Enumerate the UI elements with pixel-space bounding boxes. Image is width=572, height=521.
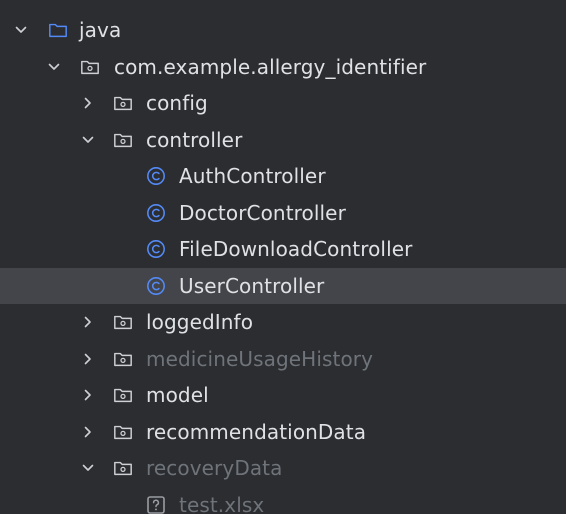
tree-item-package-root[interactable]: com.example.allergy_identifier xyxy=(0,49,566,86)
tree-item-label: config xyxy=(146,91,208,116)
tree-item-label: FileDownloadController xyxy=(179,237,413,262)
chevron-right-icon[interactable] xyxy=(81,352,95,366)
tree-item-label: com.example.allergy_identifier xyxy=(114,54,427,79)
package-icon xyxy=(80,57,100,77)
chevron-right-icon[interactable] xyxy=(81,388,95,402)
tree-item-medicine-usage-history[interactable]: medicineUsageHistory xyxy=(0,341,566,378)
unknown-file-icon xyxy=(146,495,166,514)
tree-item-recovery-data[interactable]: recoveryData xyxy=(0,450,566,487)
tree-item-label: DoctorController xyxy=(179,200,346,225)
tree-item-label: UserController xyxy=(179,273,325,298)
package-icon xyxy=(113,93,133,113)
project-tree-panel: java com.example.allergy_identifier conf… xyxy=(0,0,566,514)
tree-item-label: model xyxy=(146,383,209,408)
tree-item-test-xlsx[interactable]: test.xlsx xyxy=(0,487,566,514)
package-icon xyxy=(113,349,133,369)
class-icon xyxy=(146,166,166,186)
tree-item-controller[interactable]: controller xyxy=(0,122,566,159)
package-icon xyxy=(113,130,133,150)
chevron-down-icon[interactable] xyxy=(47,60,61,74)
tree-item-config[interactable]: config xyxy=(0,85,566,122)
tree-item-label: controller xyxy=(146,127,243,152)
package-icon xyxy=(113,422,133,442)
chevron-down-icon[interactable] xyxy=(81,133,95,147)
tree-item-label: medicineUsageHistory xyxy=(146,346,374,371)
class-icon xyxy=(146,203,166,223)
tree-item-recommendation-data[interactable]: recommendationData xyxy=(0,414,566,451)
package-icon xyxy=(113,385,133,405)
tree-item-auth-controller[interactable]: AuthController xyxy=(0,158,566,195)
package-icon xyxy=(113,458,133,478)
tree-item-user-controller[interactable]: UserController xyxy=(0,267,566,304)
project-tree: java com.example.allergy_identifier conf… xyxy=(0,12,566,514)
tree-item-label: java xyxy=(79,18,122,43)
chevron-right-icon[interactable] xyxy=(81,96,95,110)
tree-item-label: recommendationData xyxy=(146,419,367,444)
package-icon xyxy=(113,312,133,332)
tree-item-label: AuthController xyxy=(179,164,326,189)
tree-item-logged-info[interactable]: loggedInfo xyxy=(0,304,566,341)
tree-item-java[interactable]: java xyxy=(0,12,566,49)
class-icon xyxy=(146,239,166,259)
source-folder-icon xyxy=(48,20,68,40)
chevron-right-icon[interactable] xyxy=(81,315,95,329)
chevron-right-icon[interactable] xyxy=(81,425,95,439)
chevron-down-icon[interactable] xyxy=(81,461,95,475)
tree-item-file-download-controller[interactable]: FileDownloadController xyxy=(0,231,566,268)
class-icon xyxy=(146,276,166,296)
tree-item-label: loggedInfo xyxy=(146,310,254,335)
tree-item-model[interactable]: model xyxy=(0,377,566,414)
chevron-down-icon[interactable] xyxy=(14,23,28,37)
tree-item-doctor-controller[interactable]: DoctorController xyxy=(0,195,566,232)
tree-item-label: recoveryData xyxy=(146,456,283,481)
tree-item-label: test.xlsx xyxy=(179,492,265,514)
